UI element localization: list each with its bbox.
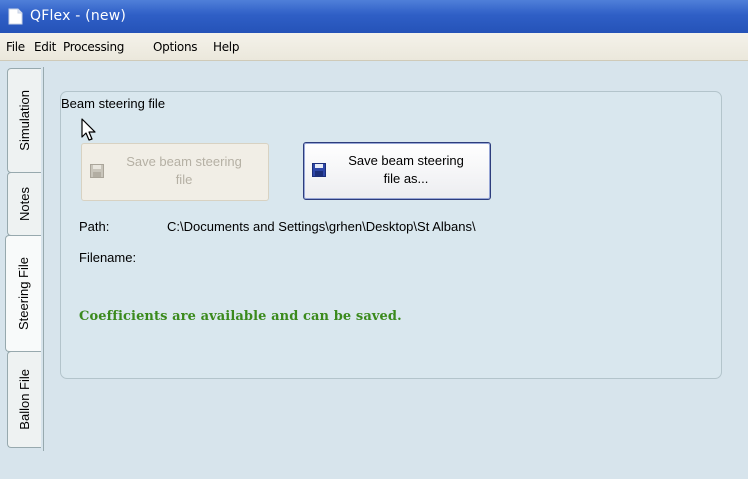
- window-title: QFlex - (new): [30, 8, 127, 24]
- menu-options[interactable]: Options: [153, 40, 198, 54]
- tab-ballon-file-label: Ballon File: [17, 369, 32, 430]
- menu-help[interactable]: Help: [213, 40, 239, 54]
- floppy-disk-icon: [312, 163, 326, 177]
- tab-ballon-file[interactable]: Ballon File: [7, 351, 41, 448]
- tab-notes-label: Notes: [17, 187, 32, 221]
- menu-processing[interactable]: Processing: [63, 40, 124, 54]
- tab-steering-file-label: Steering File: [16, 257, 31, 330]
- save-beam-steering-button[interactable]: Save beam steering file: [81, 143, 269, 201]
- group-title: Beam steering file: [61, 96, 166, 111]
- tab-simulation[interactable]: Simulation: [7, 68, 41, 173]
- status-message: Coefficients are available and can be sa…: [79, 309, 402, 324]
- floppy-disk-icon: [90, 164, 104, 178]
- save-button-label: Save beam steering file: [126, 154, 242, 187]
- menu-edit[interactable]: Edit: [34, 40, 56, 54]
- tab-simulation-label: Simulation: [17, 90, 32, 151]
- path-label: Path:: [79, 219, 110, 234]
- tab-steering-file[interactable]: Steering File: [5, 235, 41, 352]
- filename-label: Filename:: [79, 250, 137, 265]
- tab-notes[interactable]: Notes: [7, 172, 41, 236]
- save-as-button-label: Save beam steering file as...: [348, 153, 464, 186]
- save-beam-steering-as-button[interactable]: Save beam steering file as...: [303, 142, 491, 200]
- beam-steering-group: [60, 91, 722, 379]
- title-bar: QFlex - (new): [0, 0, 748, 34]
- mouse-pointer-icon: [81, 118, 96, 141]
- app-document-icon: [8, 8, 23, 25]
- path-value: C:\Documents and Settings\grhen\Desktop\…: [167, 219, 476, 234]
- tab-strip-border: [43, 67, 44, 451]
- menu-bar: File Edit Processing Options Help: [0, 33, 748, 61]
- menu-file[interactable]: File: [6, 40, 25, 54]
